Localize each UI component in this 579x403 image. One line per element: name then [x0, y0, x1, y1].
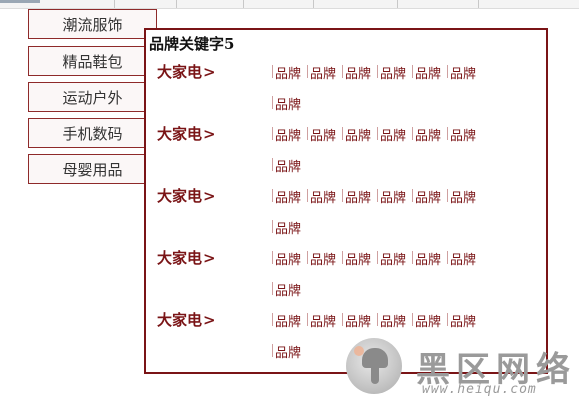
- brand-link[interactable]: 品牌: [271, 125, 301, 144]
- category-link[interactable]: 大家电: [157, 61, 216, 82]
- top-toolbar-strip: [0, 0, 579, 9]
- brand-flyout-panel: 品牌关键字5 大家电品牌品牌品牌品牌品牌品牌品牌大家电品牌品牌品牌品牌品牌品牌品…: [144, 28, 548, 374]
- brand-link[interactable]: 品牌: [411, 63, 441, 82]
- brand-link[interactable]: 品牌: [446, 187, 476, 206]
- brand-link[interactable]: 品牌: [376, 187, 406, 206]
- top-strip-divider: [243, 0, 244, 8]
- watermark-url: www.heiqu.com: [422, 382, 537, 397]
- menu-item-bags-shoes[interactable]: 精品鞋包: [28, 46, 157, 76]
- menu-item-outdoor[interactable]: 运动户外: [28, 82, 157, 112]
- site-watermark: 黑区网络 www.heiqu.com: [342, 336, 579, 403]
- brand-link[interactable]: 品牌: [446, 125, 476, 144]
- category-link[interactable]: 大家电: [157, 309, 216, 330]
- brand-link[interactable]: 品牌: [271, 94, 301, 113]
- brand-link[interactable]: 品牌: [271, 218, 301, 237]
- brand-link[interactable]: 品牌: [341, 125, 371, 144]
- top-strip-divider: [397, 0, 398, 8]
- brand-link[interactable]: 品牌: [376, 63, 406, 82]
- menu-item-fashion[interactable]: 潮流服饰: [28, 9, 157, 39]
- brand-link[interactable]: 品牌: [376, 125, 406, 144]
- brand-link[interactable]: 品牌: [411, 311, 441, 330]
- menu-item-baby[interactable]: 母婴用品: [28, 154, 157, 184]
- menu-item-digital[interactable]: 手机数码: [28, 118, 157, 148]
- brand-link[interactable]: 品牌: [446, 249, 476, 268]
- brand-link[interactable]: 品牌: [306, 63, 336, 82]
- brand-row: 大家电品牌品牌品牌品牌品牌品牌品牌: [146, 61, 546, 123]
- brand-link[interactable]: 品牌: [376, 249, 406, 268]
- brand-link[interactable]: 品牌: [306, 249, 336, 268]
- brand-link[interactable]: 品牌: [306, 187, 336, 206]
- brand-row: 大家电品牌品牌品牌品牌品牌品牌品牌: [146, 185, 546, 247]
- top-strip-divider: [114, 0, 115, 8]
- brand-link[interactable]: 品牌: [446, 63, 476, 82]
- top-strip-divider: [176, 0, 177, 8]
- brand-link[interactable]: 品牌: [271, 311, 301, 330]
- top-strip-divider: [313, 0, 314, 8]
- category-link[interactable]: 大家电: [157, 185, 216, 206]
- brand-link[interactable]: 品牌: [271, 63, 301, 82]
- category-link[interactable]: 大家电: [157, 247, 216, 268]
- brand-link[interactable]: 品牌: [271, 156, 301, 175]
- brand-row: 大家电品牌品牌品牌品牌品牌品牌品牌: [146, 123, 546, 185]
- brand-link[interactable]: 品牌: [411, 249, 441, 268]
- category-link[interactable]: 大家电: [157, 123, 216, 144]
- mushroom-logo-icon: [346, 338, 402, 394]
- brand-row: 大家电品牌品牌品牌品牌品牌品牌品牌: [146, 247, 546, 309]
- brand-link[interactable]: 品牌: [341, 187, 371, 206]
- top-strip-highlight: [0, 0, 40, 3]
- brand-link[interactable]: 品牌: [271, 187, 301, 206]
- brand-link[interactable]: 品牌: [271, 249, 301, 268]
- brand-link[interactable]: 品牌: [341, 249, 371, 268]
- brand-link[interactable]: 品牌: [341, 311, 371, 330]
- brand-link[interactable]: 品牌: [376, 311, 406, 330]
- brand-link[interactable]: 品牌: [271, 280, 301, 299]
- top-strip-divider: [478, 0, 479, 8]
- brand-link[interactable]: 品牌: [411, 125, 441, 144]
- brand-link[interactable]: 品牌: [341, 63, 371, 82]
- flyout-title: 品牌关键字5: [149, 35, 235, 53]
- brand-link[interactable]: 品牌: [306, 125, 336, 144]
- brand-link[interactable]: 品牌: [271, 342, 301, 361]
- brand-link[interactable]: 品牌: [306, 311, 336, 330]
- brand-link[interactable]: 品牌: [411, 187, 441, 206]
- brand-link[interactable]: 品牌: [446, 311, 476, 330]
